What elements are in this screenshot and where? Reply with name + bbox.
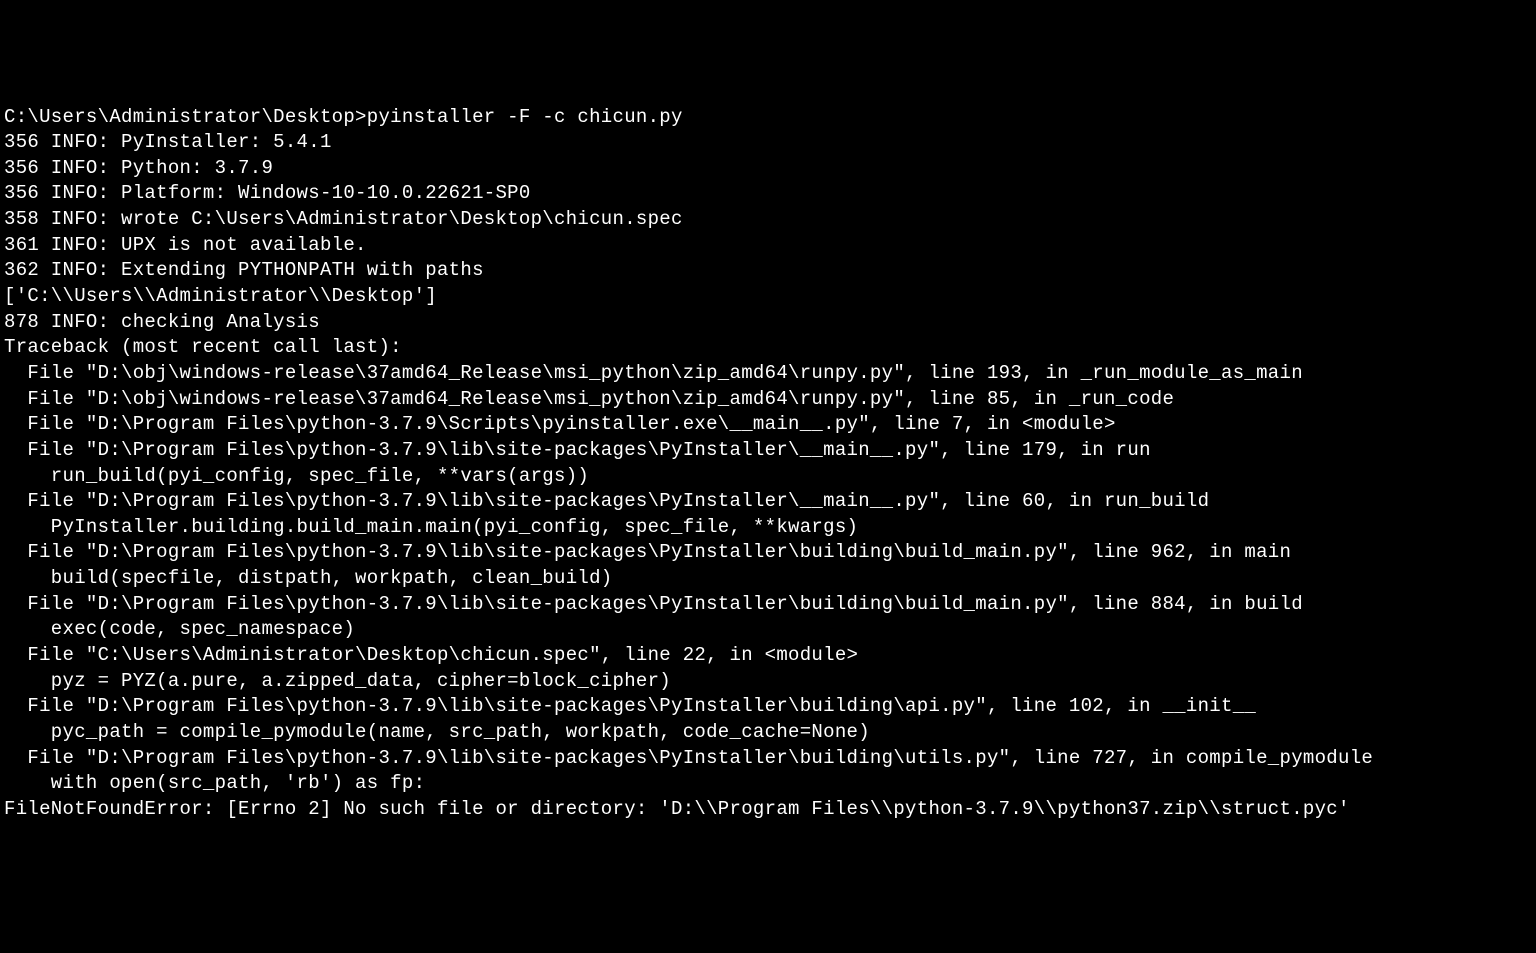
terminal-line: 356 INFO: Platform: Windows-10-10.0.2262… [4, 182, 531, 204]
terminal-line: File "D:\obj\windows-release\37amd64_Rel… [4, 362, 1303, 384]
terminal-line: 878 INFO: checking Analysis [4, 311, 320, 333]
terminal-line: File "D:\Program Files\python-3.7.9\Scri… [4, 413, 1116, 435]
terminal-line: ['C:\\Users\\Administrator\\Desktop'] [4, 285, 437, 307]
terminal-line: File "D:\Program Files\python-3.7.9\lib\… [4, 541, 1291, 563]
terminal-line: 356 INFO: Python: 3.7.9 [4, 157, 273, 179]
terminal-line: exec(code, spec_namespace) [4, 618, 355, 640]
terminal-line: 358 INFO: wrote C:\Users\Administrator\D… [4, 208, 683, 230]
terminal-line: Traceback (most recent call last): [4, 336, 402, 358]
terminal-line: with open(src_path, 'rb') as fp: [4, 772, 425, 794]
terminal-line: 356 INFO: PyInstaller: 5.4.1 [4, 131, 332, 153]
terminal-line: File "D:\Program Files\python-3.7.9\lib\… [4, 490, 1209, 512]
terminal-line: FileNotFoundError: [Errno 2] No such fil… [4, 798, 1350, 820]
terminal-line: PyInstaller.building.build_main.main(pyi… [4, 516, 858, 538]
terminal-line: 362 INFO: Extending PYTHONPATH with path… [4, 259, 484, 281]
terminal-line: 361 INFO: UPX is not available. [4, 234, 367, 256]
terminal-line: File "D:\Program Files\python-3.7.9\lib\… [4, 593, 1303, 615]
terminal-line: pyz = PYZ(a.pure, a.zipped_data, cipher=… [4, 670, 671, 692]
terminal-line: build(specfile, distpath, workpath, clea… [4, 567, 613, 589]
terminal-line: C:\Users\Administrator\Desktop>pyinstall… [4, 106, 683, 128]
terminal-line: pyc_path = compile_pymodule(name, src_pa… [4, 721, 870, 743]
terminal-line: run_build(pyi_config, spec_file, **vars(… [4, 465, 589, 487]
terminal-line: File "C:\Users\Administrator\Desktop\chi… [4, 644, 858, 666]
terminal-line: File "D:\obj\windows-release\37amd64_Rel… [4, 388, 1174, 410]
terminal-line: File "D:\Program Files\python-3.7.9\lib\… [4, 747, 1373, 769]
terminal-output[interactable]: C:\Users\Administrator\Desktop>pyinstall… [4, 105, 1532, 823]
terminal-line: File "D:\Program Files\python-3.7.9\lib\… [4, 439, 1151, 461]
terminal-line: File "D:\Program Files\python-3.7.9\lib\… [4, 695, 1256, 717]
